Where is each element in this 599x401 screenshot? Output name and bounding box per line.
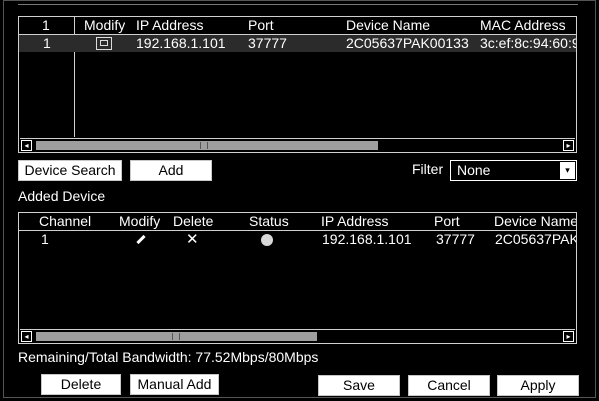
table-row[interactable]: 1 192.168.1.101 37777 2C05637PAK00133 3c…: [19, 35, 576, 52]
apply-button[interactable]: Apply: [497, 375, 579, 396]
row-index: 1: [43, 35, 51, 51]
row-device-name: 2C05637PAK00133: [346, 35, 469, 51]
added-device-table: Channel Modify Delete Status IP Address …: [18, 212, 577, 344]
col-device-name[interactable]: Device Name: [494, 213, 576, 230]
col-status[interactable]: Status: [249, 213, 289, 230]
scroll-left-icon[interactable]: ◂: [21, 331, 32, 342]
row-delete[interactable]: ✕: [186, 231, 199, 248]
scroll-left-icon[interactable]: ◂: [21, 140, 32, 151]
filter-select[interactable]: None ▾: [450, 160, 577, 181]
col-device-name[interactable]: Device Name: [346, 17, 430, 34]
modify-icon[interactable]: [96, 37, 112, 50]
row-modify[interactable]: [136, 231, 146, 248]
scroll-thumb[interactable]: [36, 332, 317, 341]
row-ip: 192.168.1.101: [136, 35, 226, 51]
pencil-icon[interactable]: [136, 234, 146, 245]
add-button[interactable]: Add: [130, 160, 212, 181]
scroll-grip: [172, 333, 180, 340]
added-device-title: Added Device: [18, 188, 106, 204]
scroll-right-icon[interactable]: ▸: [563, 331, 574, 342]
search-results-table: 1 Modify IP Address Port Device Name MAC…: [18, 16, 577, 153]
col-modify[interactable]: Modify: [84, 17, 125, 34]
bandwidth-text: Remaining/Total Bandwidth: 77.52Mbps/80M…: [18, 349, 319, 365]
col-mac-address[interactable]: MAC Address: [480, 17, 566, 34]
col-port[interactable]: Port: [248, 17, 274, 34]
delete-x-icon[interactable]: ✕: [186, 231, 199, 248]
table-row[interactable]: 1 ✕ 192.168.1.101 37777 2C05637PAK: [19, 231, 576, 248]
row-device-name: 2C05637PAK: [495, 231, 577, 247]
col-index[interactable]: 1: [42, 17, 50, 34]
filter-value: None: [457, 162, 491, 178]
scroll-grip: [200, 142, 208, 149]
row-status: [261, 231, 273, 248]
col-ip-address[interactable]: IP Address: [321, 213, 388, 230]
added-table-scrollbar[interactable]: ◂ ▸: [20, 329, 575, 343]
col-channel[interactable]: Channel: [39, 213, 91, 230]
row-port: 37777: [436, 231, 475, 247]
col-ip-address[interactable]: IP Address: [136, 17, 203, 34]
chevron-down-icon[interactable]: ▾: [560, 162, 575, 179]
added-table-header: Channel Modify Delete Status IP Address …: [19, 213, 576, 231]
scroll-track[interactable]: [36, 332, 559, 341]
col-delete[interactable]: Delete: [173, 213, 213, 230]
filter-label: Filter: [412, 161, 444, 177]
cancel-button[interactable]: Cancel: [408, 375, 490, 396]
row-modify[interactable]: [96, 35, 112, 52]
scroll-right-icon[interactable]: ▸: [563, 140, 574, 151]
row-mac: 3c:ef:8c:94:60:9: [480, 35, 576, 51]
row-port: 37777: [248, 35, 287, 51]
scroll-track[interactable]: [36, 141, 559, 150]
device-search-button[interactable]: Device Search: [18, 160, 122, 181]
col-modify[interactable]: Modify: [119, 213, 160, 230]
row-ip: 192.168.1.101: [322, 231, 412, 247]
search-table-header: 1 Modify IP Address Port Device Name MAC…: [19, 17, 576, 35]
search-table-scrollbar[interactable]: ◂ ▸: [20, 138, 575, 152]
status-dot-icon: [261, 234, 273, 246]
delete-button[interactable]: Delete: [41, 374, 121, 395]
manual-add-button[interactable]: Manual Add: [130, 374, 219, 395]
row-channel: 1: [41, 231, 49, 247]
col-port[interactable]: Port: [434, 213, 460, 230]
scroll-thumb[interactable]: [36, 141, 378, 150]
save-button[interactable]: Save: [318, 375, 400, 396]
top-divider: [18, 4, 578, 5]
